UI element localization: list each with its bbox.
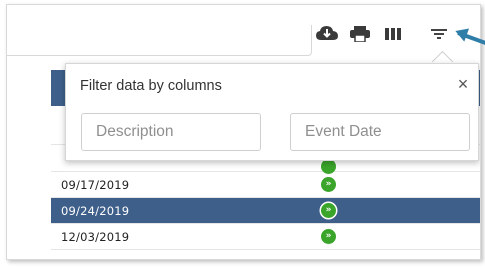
go-arrow-icon[interactable]: »	[321, 177, 336, 192]
event-date-cell: 12/03/2019	[61, 229, 130, 244]
table-row-selected[interactable]: 09/24/2019 »	[51, 198, 480, 224]
close-icon[interactable]: ×	[454, 74, 472, 95]
event-date-cell: 09/17/2019	[61, 177, 130, 192]
filter-popup: Filter data by columns ×	[65, 63, 479, 161]
cloud-download-icon[interactable]	[315, 19, 339, 49]
columns-icon[interactable]	[381, 19, 405, 49]
search-box[interactable]	[7, 25, 312, 56]
print-icon[interactable]	[348, 19, 372, 49]
go-arrow-icon[interactable]: »	[321, 203, 336, 218]
description-filter-input[interactable]	[81, 113, 261, 151]
go-arrow-icon[interactable]: »	[321, 229, 336, 244]
filter-icon[interactable]	[427, 19, 451, 49]
event-date-filter-input[interactable]	[290, 113, 470, 151]
go-arrow-icon[interactable]	[321, 159, 336, 174]
event-date-cell: 09/24/2019	[61, 203, 130, 218]
filter-popup-title: Filter data by columns	[80, 78, 222, 94]
table-row[interactable]: 12/03/2019 »	[51, 224, 480, 250]
table-row[interactable]: 09/17/2019 »	[51, 172, 480, 198]
grid-panel: 09/17/2019 » 09/24/2019 » 12/03/2019 » F…	[6, 4, 481, 260]
